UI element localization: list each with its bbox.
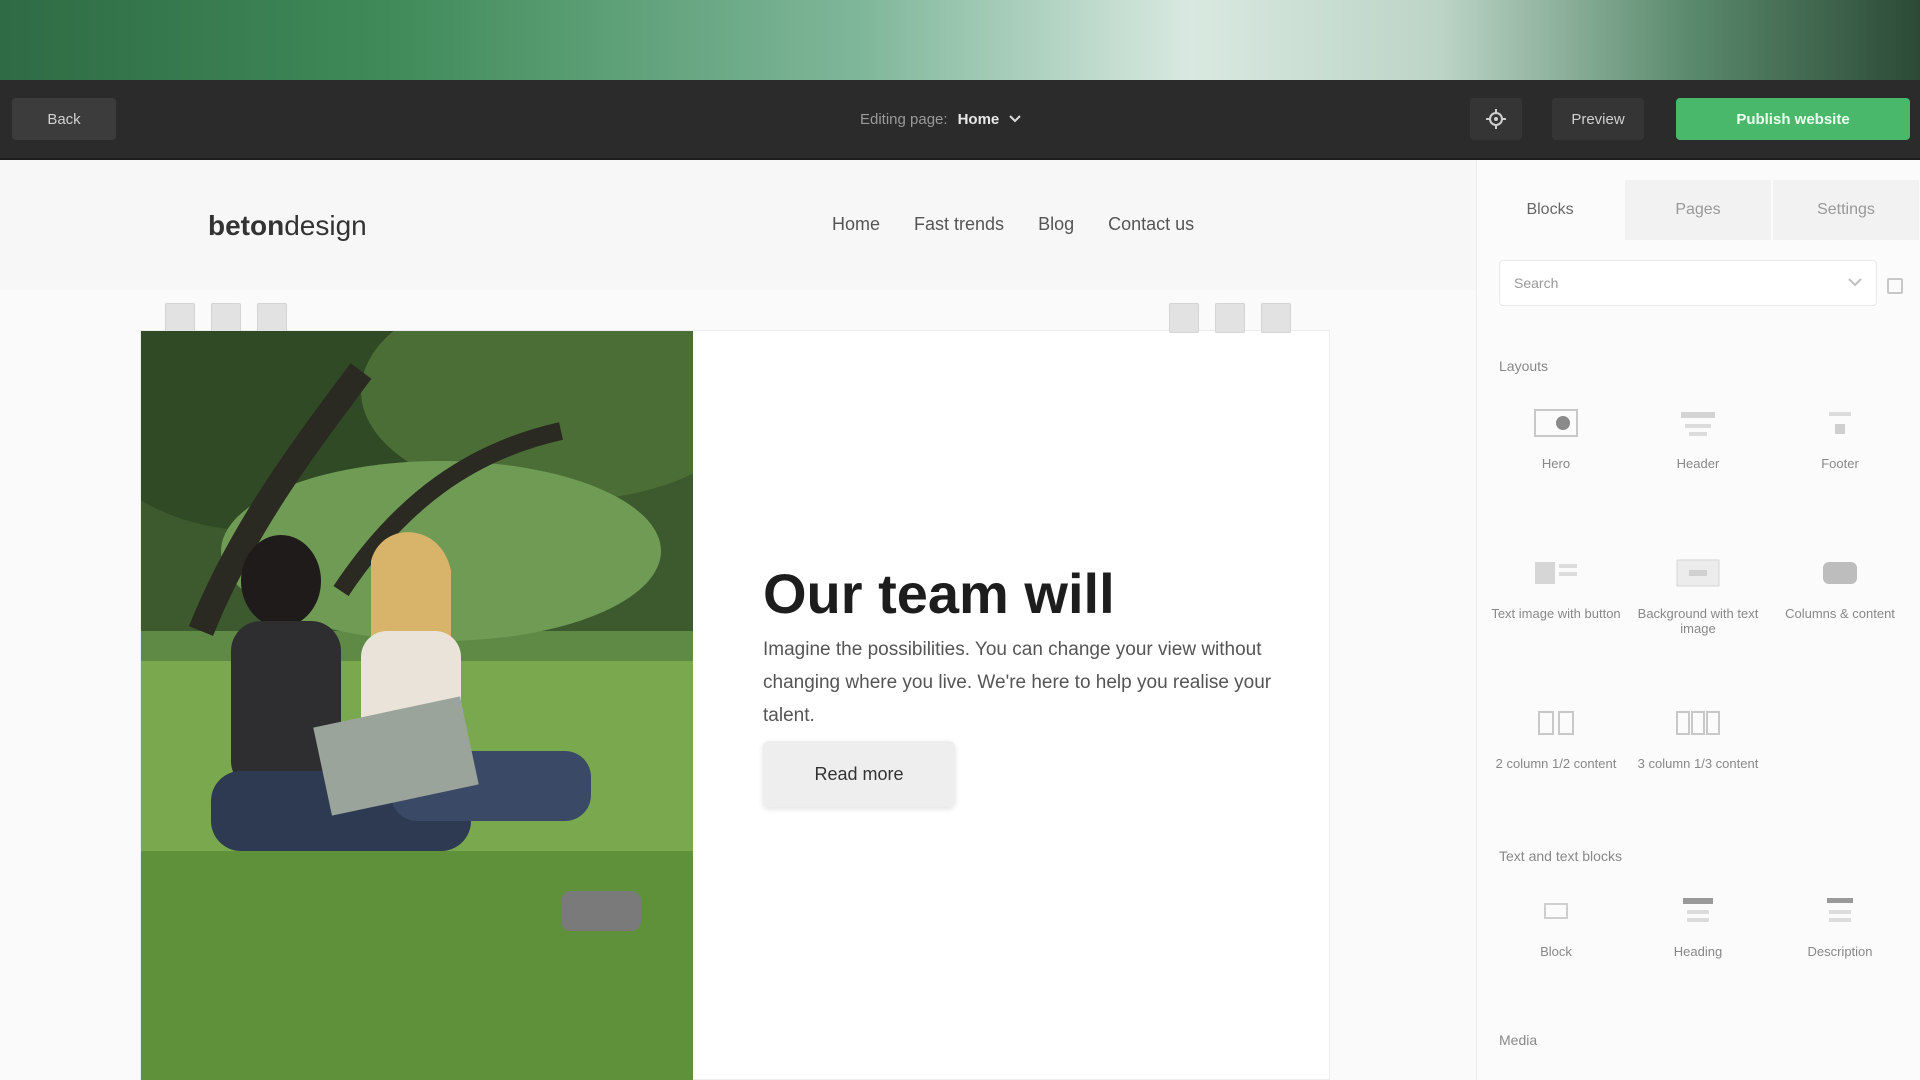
text-tile-heading[interactable]: Heading	[1633, 872, 1763, 1002]
header-layout-icon	[1670, 400, 1726, 446]
site-logo-rest: design	[284, 210, 367, 241]
layout-tile-footer[interactable]: Footer	[1775, 384, 1905, 514]
section-label-text: Text and text blocks	[1499, 848, 1622, 864]
hero-title[interactable]: Our team will	[763, 561, 1115, 626]
text-tile-label: Heading	[1673, 944, 1723, 959]
layout-tile-hero[interactable]: Hero	[1491, 384, 1621, 514]
three-column-layout-icon	[1670, 700, 1726, 746]
blocks-panel: Blocks Pages Settings Search Layouts Her…	[1476, 160, 1920, 1080]
layout-tile-header[interactable]: Header	[1633, 384, 1763, 514]
hero-photo-illustration	[141, 331, 693, 1080]
nav-item-home[interactable]: Home	[832, 214, 880, 235]
gear-icon	[1486, 109, 1506, 129]
section-label-media: Media	[1499, 1032, 1538, 1048]
description-icon	[1812, 888, 1868, 934]
site-nav: Home Fast trends Blog Contact us	[832, 214, 1194, 235]
tab-pages[interactable]: Pages	[1625, 180, 1771, 240]
text-tile-label: Description	[1807, 944, 1873, 959]
editor-toolbar: Back Editing page: Home Preview Publish …	[0, 80, 1920, 160]
block-settings-button[interactable]	[1215, 303, 1245, 333]
layout-tile-label: 3 column 1/3 content	[1637, 756, 1759, 771]
layout-tile-label: Text image with button	[1491, 606, 1621, 621]
layout-tile-label: Columns & content	[1785, 606, 1895, 621]
block-delete-button[interactable]	[1261, 303, 1291, 333]
layout-tile-3-column[interactable]: 3 column 1/3 content	[1633, 684, 1763, 814]
selected-block[interactable]: Our team will Imagine the possibilities.…	[140, 303, 1330, 1080]
block-align-handle[interactable]	[211, 303, 241, 333]
layout-tile-label: 2 column 1/2 content	[1495, 756, 1617, 771]
app-root: Back Editing page: Home Preview Publish …	[0, 0, 1920, 1080]
chevron-down-icon	[1848, 278, 1862, 287]
site-logo-bold: beton	[208, 210, 285, 241]
layout-tile-2-column[interactable]: 2 column 1/2 content	[1491, 684, 1621, 814]
block-copy-button[interactable]	[1169, 303, 1199, 333]
text-tile-label: Block	[1540, 944, 1572, 959]
block-search-input[interactable]: Search	[1499, 260, 1877, 306]
page-selector-name: Home	[957, 110, 1000, 128]
columns-layout-icon	[1812, 550, 1868, 596]
nav-item-contact[interactable]: Contact us	[1108, 214, 1194, 235]
tab-blocks[interactable]: Blocks	[1477, 180, 1623, 240]
layout-tile-label: Hero	[1541, 456, 1571, 471]
heading-icon	[1670, 888, 1726, 934]
layout-tile-background[interactable]: Background with text image	[1633, 534, 1763, 664]
chevron-down-icon	[1009, 115, 1021, 123]
block-move-handle[interactable]	[165, 303, 195, 333]
block-search-placeholder: Search	[1514, 275, 1559, 291]
hero-read-more-button[interactable]: Read more	[763, 741, 955, 807]
preview-button[interactable]: Preview	[1552, 98, 1644, 140]
footer-layout-icon	[1812, 400, 1868, 446]
nav-item-blog[interactable]: Blog	[1038, 214, 1074, 235]
text-tile-description[interactable]: Description	[1775, 872, 1905, 1002]
publish-button[interactable]: Publish website	[1676, 98, 1910, 140]
website-preview: betondesign Home Fast trends Blog Contac…	[0, 160, 1476, 1080]
text-tile-block[interactable]: Block	[1491, 872, 1621, 1002]
background-layout-icon	[1670, 550, 1726, 596]
text-image-layout-icon	[1528, 550, 1584, 596]
hero-photo[interactable]	[141, 331, 693, 1080]
layout-tile-label: Header	[1676, 456, 1720, 471]
settings-button[interactable]	[1470, 98, 1522, 140]
hero-layout-icon	[1528, 400, 1584, 446]
layout-tile-label: Footer	[1821, 456, 1859, 471]
two-column-layout-icon	[1528, 700, 1584, 746]
text-block-icon	[1528, 888, 1584, 934]
layout-tile-columns[interactable]: Columns & content	[1775, 534, 1905, 664]
site-logo[interactable]: betondesign	[208, 210, 367, 242]
window-top-band	[0, 0, 1920, 80]
site-header: betondesign Home Fast trends Blog Contac…	[0, 160, 1476, 290]
layout-tile-label: Background with text image	[1637, 606, 1759, 636]
back-button[interactable]: Back	[12, 98, 116, 140]
block-layout-handle[interactable]	[257, 303, 287, 333]
hero-body-text[interactable]: Imagine the possibilities. You can chang…	[763, 633, 1323, 732]
layout-tile-text-image[interactable]: Text image with button	[1491, 534, 1621, 664]
page-selector-prefix: Editing page:	[860, 110, 948, 128]
section-label-layouts: Layouts	[1499, 358, 1549, 374]
nav-item-fast-trends[interactable]: Fast trends	[914, 214, 1004, 235]
page-selector[interactable]: Editing page: Home	[860, 98, 1021, 140]
tab-settings[interactable]: Settings	[1773, 180, 1919, 240]
grid-view-icon[interactable]	[1887, 278, 1903, 294]
panel-tabs: Blocks Pages Settings	[1477, 180, 1920, 240]
